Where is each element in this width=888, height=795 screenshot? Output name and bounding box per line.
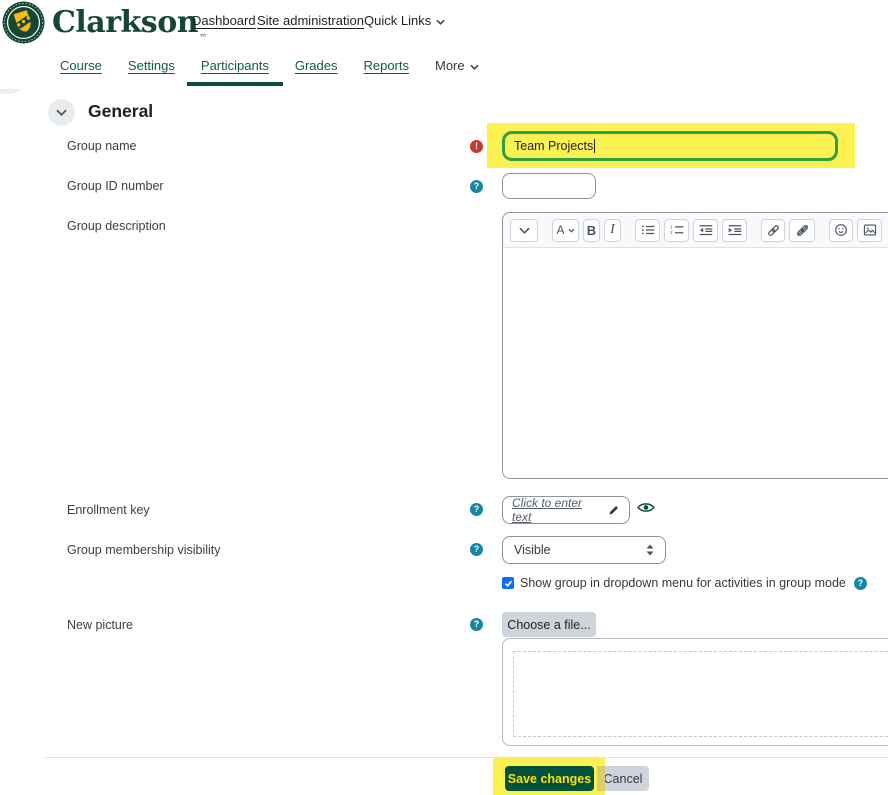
emoji-icon [834, 223, 848, 237]
svg-text:1: 1 [670, 224, 673, 229]
help-icon[interactable]: ? [854, 577, 867, 590]
tab-course[interactable]: Course [60, 58, 102, 73]
visibility-select[interactable]: Visible [502, 536, 666, 564]
nav-dashboard-link[interactable]: Dashboard [192, 13, 256, 28]
section-title: General [88, 101, 153, 122]
show-group-checkbox-row: Show group in dropdown menu for activiti… [502, 576, 867, 590]
select-arrows-icon [646, 544, 654, 556]
tab-reports[interactable]: Reports [363, 58, 409, 73]
course-nav-tabs: Course Settings Participants Grades Repo… [0, 45, 888, 89]
link-icon [766, 223, 781, 238]
nav-quick-links-menu[interactable]: Quick Links [364, 13, 445, 28]
bold-button[interactable]: B [583, 219, 600, 242]
rich-text-editor: A B I 12 [502, 212, 888, 479]
link-button[interactable] [761, 219, 785, 242]
bullet-list-icon [641, 224, 655, 236]
help-icon[interactable]: ? [470, 543, 483, 556]
italic-button[interactable]: I [604, 219, 621, 242]
eye-icon[interactable] [637, 501, 655, 514]
chevron-down-icon [519, 227, 530, 234]
indent-icon [728, 224, 742, 236]
visibility-label: Group membership visibility [67, 543, 221, 557]
svg-text:2: 2 [670, 230, 673, 235]
required-icon: ! [470, 140, 483, 153]
text-cursor [594, 139, 595, 153]
choose-file-button[interactable]: Choose a file... [502, 612, 596, 637]
save-changes-button[interactable]: Save changes [505, 766, 594, 791]
group-description-editor-area[interactable] [503, 248, 888, 479]
clarkson-seal-logo[interactable] [2, 1, 45, 44]
group-name-input[interactable]: Team Projects [502, 131, 838, 161]
emoji-button[interactable] [829, 219, 853, 242]
group-id-input[interactable] [502, 173, 596, 199]
show-group-checkbox[interactable] [502, 577, 514, 589]
tab-settings[interactable]: Settings [128, 58, 175, 73]
help-icon[interactable]: ? [470, 503, 483, 516]
form-footer-divider [45, 757, 888, 758]
chevron-down-icon [568, 228, 575, 233]
general-section-collapse-button[interactable] [48, 99, 75, 126]
numbered-list-icon: 12 [670, 224, 684, 236]
toolbar-collapse-button[interactable] [510, 219, 538, 242]
outdent-button[interactable] [693, 219, 718, 242]
tab-more-menu[interactable]: More [435, 58, 479, 73]
help-icon[interactable]: ? [470, 618, 483, 631]
group-edit-page: Clarkson™ Dashboard Site administration … [0, 0, 888, 795]
image-icon [863, 223, 877, 237]
group-name-label: Group name [67, 139, 136, 153]
numbered-list-button[interactable]: 12 [664, 219, 689, 242]
chevron-down-icon [436, 19, 445, 25]
group-description-label: Group description [67, 219, 166, 233]
file-dropzone[interactable] [502, 638, 888, 746]
tab-grades[interactable]: Grades [295, 58, 338, 73]
chevron-down-icon [470, 64, 479, 70]
nav-site-administration-link[interactable]: Site administration [257, 13, 364, 28]
enrollment-key-label: Enrollment key [67, 503, 150, 517]
file-dropzone-dashed-area [513, 651, 888, 737]
unlink-icon [795, 223, 810, 238]
indent-button[interactable] [722, 219, 747, 242]
outdent-icon [699, 224, 713, 236]
editor-toolbar: A B I 12 [503, 213, 888, 248]
tab-participants[interactable]: Participants [201, 58, 269, 73]
highlight-annotation-overlap [597, 766, 605, 791]
unlink-button[interactable] [789, 219, 815, 242]
pencil-icon [608, 504, 620, 516]
format-color-button[interactable]: A [552, 219, 579, 242]
help-icon[interactable]: ? [470, 180, 483, 193]
group-id-label: Group ID number [67, 179, 164, 193]
bullet-list-button[interactable] [635, 219, 660, 242]
image-button[interactable] [857, 219, 882, 242]
show-group-checkbox-label: Show group in dropdown menu for activiti… [520, 576, 846, 590]
trademark-symbol: ™ [199, 33, 207, 42]
chevron-down-icon [56, 109, 67, 116]
enrollment-key-input[interactable]: Click to enter text [502, 496, 630, 524]
new-picture-label: New picture [67, 618, 133, 632]
